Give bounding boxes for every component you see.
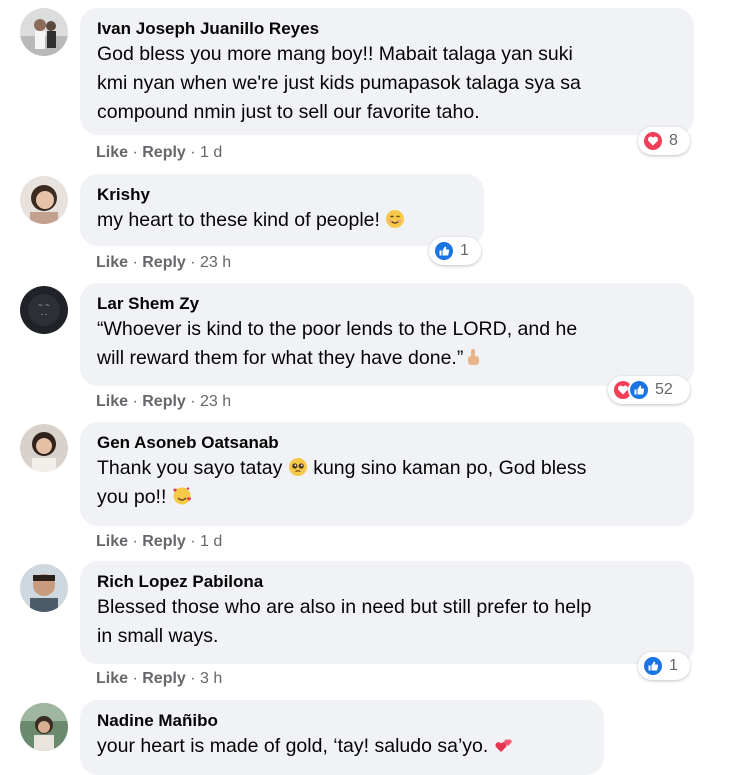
timestamp[interactable]: 1 d	[200, 144, 222, 161]
comment-bubble: Krishy my heart to these kind of people!	[80, 174, 484, 246]
commenter-name[interactable]: Ivan Joseph Juanillo Reyes	[97, 18, 678, 40]
comment-text: God bless you more mang boy!! Mabait tal…	[97, 43, 581, 123]
comment-text: you po!!	[97, 486, 167, 508]
comment-text: “Whoever is kind to the poor lends to th…	[97, 318, 578, 369]
reply-link[interactable]: Reply	[142, 393, 186, 410]
reply-link[interactable]: Reply	[142, 533, 186, 550]
comment-actions: Like · Reply · 1 d	[96, 533, 223, 550]
like-reaction-icon	[433, 240, 455, 262]
comment-bubble: Ivan Joseph Juanillo Reyes God bless you…	[80, 8, 694, 135]
avatar[interactable]	[20, 424, 68, 472]
like-link[interactable]: Like	[96, 144, 128, 161]
like-link[interactable]: Like	[96, 670, 128, 687]
reaction-count: 1	[460, 242, 469, 259]
svg-text:~ ~: ~ ~	[38, 302, 50, 309]
comment-bubble: Lar Shem Zy “Whoever is kind to the poor…	[80, 283, 694, 386]
comment-text: Thank you sayo tatay	[97, 457, 283, 479]
reply-link[interactable]: Reply	[142, 144, 186, 161]
like-reaction-icon	[628, 379, 650, 401]
comment-actions: Like · Reply · 23 h	[96, 393, 232, 410]
reaction-summary[interactable]: 1	[638, 652, 690, 680]
comment-text: kung sino kaman po, God bless	[313, 457, 587, 479]
avatar[interactable]: ~ ~ - -	[20, 286, 68, 334]
comment-actions: Like · Reply · 3 h	[96, 670, 223, 687]
comment-text: my heart to these kind of people!	[97, 209, 380, 231]
like-reaction-icon	[642, 655, 664, 677]
commenter-name[interactable]: Nadine Mañibo	[97, 710, 588, 732]
comment-text: Blessed those who are also in need but s…	[97, 596, 592, 647]
pleading-face-icon	[288, 458, 307, 476]
smiling-face-with-hearts-icon	[173, 487, 191, 505]
smiling-face-icon	[386, 210, 405, 228]
commenter-name[interactable]: Gen Asoneb Oatsanab	[97, 432, 678, 454]
like-link[interactable]: Like	[96, 533, 128, 550]
timestamp[interactable]: 23 h	[200, 254, 231, 271]
reaction-summary[interactable]: 1	[429, 237, 481, 265]
timestamp[interactable]: 23 h	[200, 393, 231, 410]
reply-link[interactable]: Reply	[142, 670, 186, 687]
pointing-up-hand-icon	[468, 349, 480, 365]
reaction-count: 52	[655, 381, 673, 398]
reaction-count: 1	[669, 657, 678, 674]
two-hearts-icon	[495, 739, 512, 752]
avatar[interactable]	[20, 8, 68, 56]
timestamp[interactable]: 3 h	[200, 670, 222, 687]
comment-bubble: Nadine Mañibo your heart is made of gold…	[80, 700, 604, 775]
commenter-name[interactable]: Rich Lopez Pabilona	[97, 571, 678, 593]
comment-actions: Like · Reply · 23 h	[96, 254, 232, 271]
like-link[interactable]: Like	[96, 393, 128, 410]
reply-link[interactable]: Reply	[142, 254, 186, 271]
timestamp[interactable]: 1 d	[200, 533, 222, 550]
like-link[interactable]: Like	[96, 254, 128, 271]
commenter-name[interactable]: Krishy	[97, 184, 468, 206]
comment-bubble: Rich Lopez Pabilona Blessed those who ar…	[80, 561, 694, 664]
avatar[interactable]	[20, 564, 68, 612]
commenter-name[interactable]: Lar Shem Zy	[97, 293, 678, 315]
comment-actions: Like · Reply · 1 d	[96, 144, 223, 161]
avatar[interactable]	[20, 176, 68, 224]
reaction-count: 8	[669, 132, 678, 149]
avatar[interactable]	[20, 703, 68, 751]
reaction-summary[interactable]: 52	[608, 376, 690, 404]
svg-text:- -: - -	[41, 311, 47, 318]
comment-bubble: Gen Asoneb Oatsanab Thank you sayo tatay…	[80, 422, 694, 526]
reaction-summary[interactable]: 8	[638, 127, 690, 155]
comment-text: your heart is made of gold, ‘tay! saludo…	[97, 735, 489, 757]
love-reaction-icon	[642, 130, 664, 152]
